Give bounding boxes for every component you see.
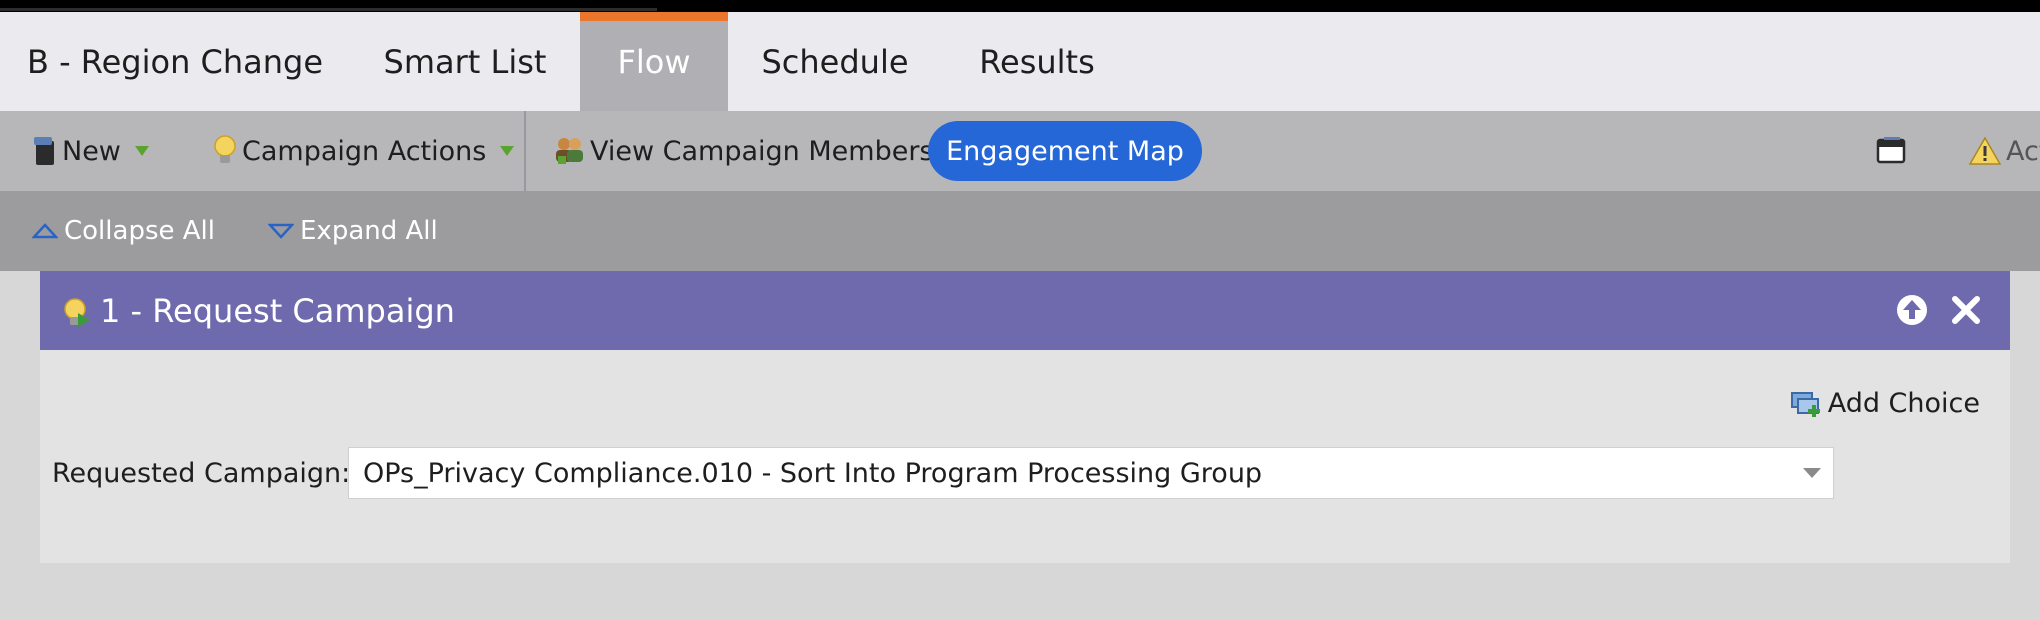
campaign-toolbar: New Campaign Actions View Campaign Membe…	[0, 111, 2040, 191]
campaign-tab-bar: B - Region Change Smart List Flow Schedu…	[0, 12, 2040, 111]
engagement-map-button[interactable]: Engagement Map	[928, 121, 1202, 181]
move-step-up-button[interactable]	[1896, 294, 1928, 326]
expand-all-button[interactable]: Expand All	[268, 191, 438, 271]
view-campaign-members-button[interactable]: View Campaign Members	[552, 111, 934, 191]
toolbar-divider	[524, 111, 526, 191]
members-icon	[552, 134, 586, 168]
new-menu-button[interactable]: New	[32, 111, 149, 191]
activation-warning-label: Act	[2006, 135, 2040, 167]
new-menu-label: New	[62, 135, 121, 167]
window-icon	[1876, 137, 1906, 165]
top-window-bar	[0, 0, 2040, 12]
flow-secondary-bar: Collapse All Expand All	[0, 191, 2040, 271]
tab-smart-list[interactable]: Smart List	[368, 12, 562, 111]
add-choice-label: Add Choice	[1827, 387, 1980, 419]
campaign-actions-label: Campaign Actions	[242, 135, 487, 167]
tab-results[interactable]: Results	[946, 12, 1128, 111]
warning-icon	[1968, 136, 2002, 166]
expand-all-label: Expand All	[300, 216, 438, 246]
request-campaign-icon	[64, 298, 90, 327]
requested-campaign-label: Requested Campaign:	[52, 457, 351, 489]
delete-step-button[interactable]	[1950, 294, 1982, 326]
flow-step-header: 1 - Request Campaign	[40, 271, 2010, 350]
expand-triangle-icon	[268, 223, 294, 239]
lightbulb-icon	[212, 134, 238, 168]
activation-warning-button[interactable]: Act	[1968, 111, 2040, 191]
campaign-actions-menu-button[interactable]: Campaign Actions	[212, 111, 515, 191]
close-icon	[1952, 296, 1980, 324]
arrow-up-circle-icon	[1897, 295, 1927, 325]
new-document-icon	[32, 135, 58, 167]
window-toggle-button[interactable]	[1876, 111, 1910, 191]
view-campaign-members-label: View Campaign Members	[590, 135, 934, 167]
requested-campaign-value: OPs_Privacy Compliance.010 - Sort Into P…	[363, 457, 1263, 489]
chevron-down-icon	[1803, 468, 1821, 478]
loading-progress-line	[0, 8, 657, 11]
chevron-down-icon	[134, 146, 149, 156]
add-choice-icon	[1790, 392, 1820, 417]
chevron-down-icon	[500, 146, 515, 156]
flow-step-panel: 1 - Request Campaign Add Choice Requeste…	[40, 271, 2010, 563]
collapse-triangle-icon	[32, 223, 58, 239]
collapse-all-button[interactable]: Collapse All	[32, 191, 215, 271]
flow-step-title: 1 - Request Campaign	[100, 291, 455, 330]
tab-flow[interactable]: Flow	[580, 12, 728, 111]
tab-campaign-name[interactable]: B - Region Change	[0, 12, 350, 111]
tab-schedule[interactable]: Schedule	[744, 12, 926, 111]
add-choice-button[interactable]: Add Choice	[1790, 383, 1980, 423]
requested-campaign-select[interactable]: OPs_Privacy Compliance.010 - Sort Into P…	[348, 447, 1834, 499]
collapse-all-label: Collapse All	[64, 216, 215, 246]
